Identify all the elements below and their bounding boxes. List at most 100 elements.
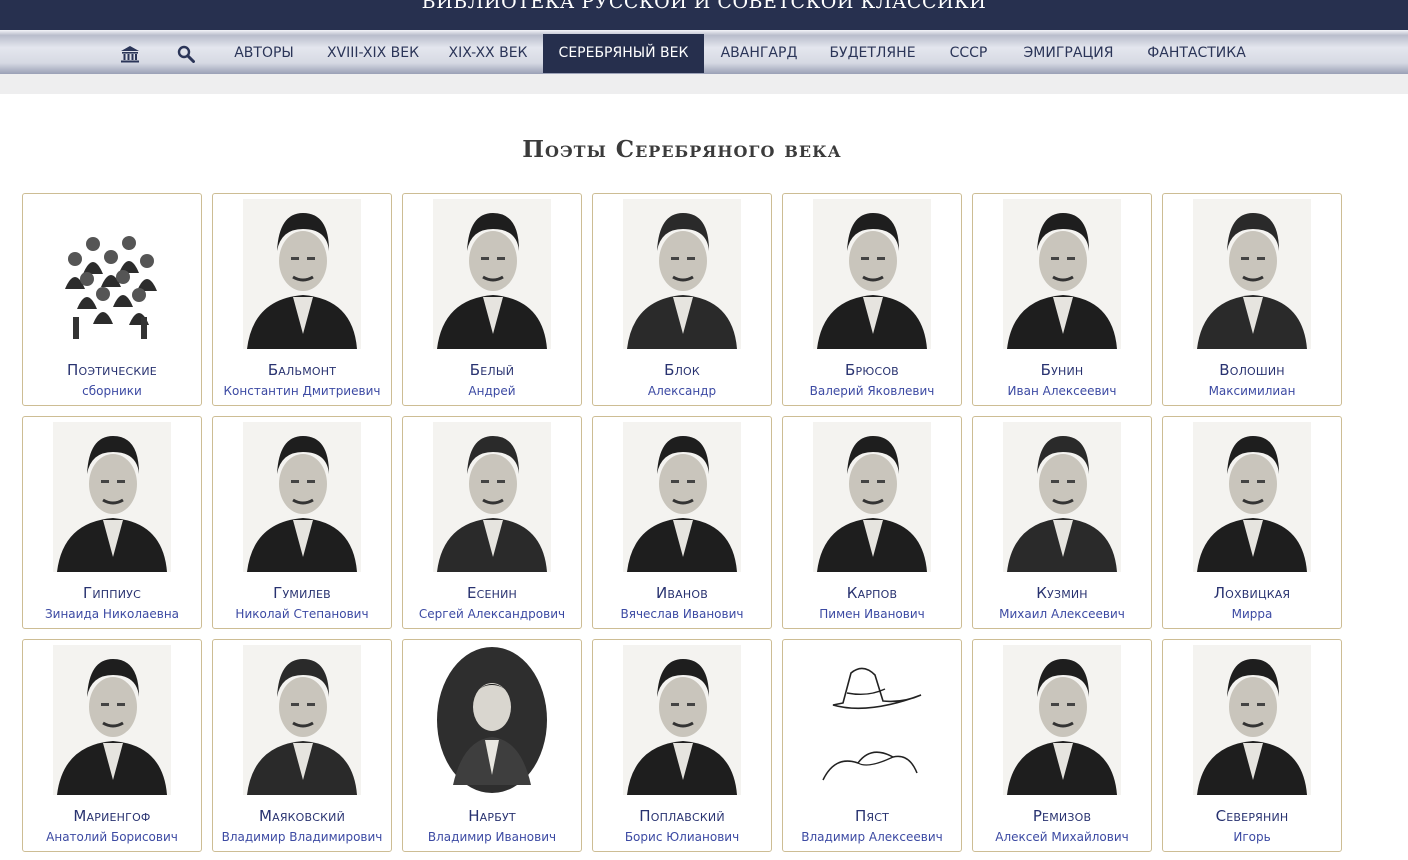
author-subname-link[interactable]: Александр — [593, 384, 771, 398]
home-icon[interactable] — [117, 34, 143, 73]
author-subname-link[interactable]: Николай Степанович — [213, 607, 391, 621]
nav-item-avant-garde[interactable]: АВАНГАРД — [708, 34, 810, 73]
portrait-icon[interactable] — [433, 199, 551, 349]
nav-item-18-19-century[interactable]: XVIII-XIX ВЕК — [314, 34, 432, 73]
author-card[interactable]: Иванов Вячеслав Иванович — [592, 416, 772, 629]
author-card[interactable]: Волошин Максимилиан — [1162, 193, 1342, 406]
author-card[interactable]: Мариенгоф Анатолий Борисович — [22, 639, 202, 852]
nav-item-ussr[interactable]: СССР — [935, 34, 1002, 73]
author-subname-link[interactable]: Мирра — [1163, 607, 1341, 621]
nav-item-emigration[interactable]: ЭМИГРАЦИЯ — [1009, 34, 1128, 73]
author-card[interactable]: Бальмонт Константин Дмитриевич — [212, 193, 392, 406]
oval-portrait-icon[interactable] — [433, 645, 551, 795]
author-subname-link[interactable]: Борис Юлианович — [593, 830, 771, 844]
author-card[interactable]: Лохвицкая Мирра — [1162, 416, 1342, 629]
portrait-icon[interactable] — [1193, 645, 1311, 795]
author-name-link[interactable]: Гумилев — [213, 584, 391, 602]
author-name-link[interactable]: Белый — [403, 361, 581, 379]
portrait-icon[interactable] — [1193, 199, 1311, 349]
hat-sketch-icon[interactable] — [813, 645, 931, 795]
author-subname-link[interactable]: Вячеслав Иванович — [593, 607, 771, 621]
author-subname-link[interactable]: Владимир Иванович — [403, 830, 581, 844]
nav-item-silver-age[interactable]: СЕРЕБРЯНЫЙ ВЕК — [543, 34, 704, 73]
author-name-link[interactable]: Маяковский — [213, 807, 391, 825]
divider-band — [0, 74, 1408, 94]
author-subname-link[interactable]: Зинаида Николаевна — [23, 607, 201, 621]
author-subname-link[interactable]: Алексей Михайлович — [973, 830, 1151, 844]
portrait-icon[interactable] — [243, 199, 361, 349]
portrait-icon[interactable] — [53, 422, 171, 572]
author-card[interactable]: Поэтические сборники — [22, 193, 202, 406]
author-name-link[interactable]: Карпов — [783, 584, 961, 602]
author-subname-link[interactable]: Пимен Иванович — [783, 607, 961, 621]
author-name-link[interactable]: Волошин — [1163, 361, 1341, 379]
author-name-link[interactable]: Пяст — [783, 807, 961, 825]
author-name-link[interactable]: Поплавский — [593, 807, 771, 825]
nav-item-fantasy[interactable]: ФАНТАСТИКА — [1135, 34, 1258, 73]
nav-item-19-20-century[interactable]: XIX-XX ВЕК — [437, 34, 539, 73]
portrait-icon[interactable] — [813, 199, 931, 349]
author-card[interactable]: Белый Андрей — [402, 193, 582, 406]
portrait-icon[interactable] — [243, 645, 361, 795]
portrait-icon[interactable] — [1003, 422, 1121, 572]
portrait-icon[interactable] — [623, 422, 741, 572]
author-subname-link[interactable]: Игорь — [1163, 830, 1341, 844]
portrait-icon[interactable] — [623, 645, 741, 795]
main-navigation: АВТОРЫ XVIII-XIX ВЕК XIX-XX ВЕК СЕРЕБРЯН… — [0, 30, 1408, 74]
author-name-link[interactable]: Брюсов — [783, 361, 961, 379]
portrait-icon[interactable] — [53, 645, 171, 795]
portrait-icon[interactable] — [243, 422, 361, 572]
author-name-link[interactable]: Нарбут — [403, 807, 581, 825]
author-card[interactable]: Брюсов Валерий Яковлевич — [782, 193, 962, 406]
author-name-link[interactable]: Есенин — [403, 584, 581, 602]
author-card[interactable]: Пяст Владимир Алексеевич — [782, 639, 962, 852]
author-card[interactable]: Ремизов Алексей Михайлович — [972, 639, 1152, 852]
author-card[interactable]: Маяковский Владимир Владимирович — [212, 639, 392, 852]
portrait-icon[interactable] — [433, 422, 551, 572]
author-name-link[interactable]: Северянин — [1163, 807, 1341, 825]
author-card[interactable]: Блок Александр — [592, 193, 772, 406]
author-subname-link[interactable]: сборники — [23, 384, 201, 398]
author-subname-link[interactable]: Владимир Алексеевич — [783, 830, 961, 844]
author-name-link[interactable]: Бальмонт — [213, 361, 391, 379]
author-card[interactable]: Гиппиус Зинаида Николаевна — [22, 416, 202, 629]
author-name-link[interactable]: Кузмин — [973, 584, 1151, 602]
author-subname-link[interactable]: Сергей Александрович — [403, 607, 581, 621]
author-card[interactable]: Нарбут Владимир Иванович — [402, 639, 582, 852]
author-card[interactable]: Есенин Сергей Александрович — [402, 416, 582, 629]
author-card[interactable]: Бунин Иван Алексеевич — [972, 193, 1152, 406]
author-name-link[interactable]: Поэтические — [23, 361, 201, 379]
author-subname-link[interactable]: Валерий Яковлевич — [783, 384, 961, 398]
top-banner: БИБЛИОТЕКА РУССКОЙ И СОВЕТСКОЙ КЛАССИКИ — [0, 0, 1408, 30]
portrait-icon[interactable] — [1003, 645, 1121, 795]
author-name-link[interactable]: Лохвицкая — [1163, 584, 1341, 602]
portrait-icon[interactable] — [1003, 199, 1121, 349]
author-name-link[interactable]: Ремизов — [973, 807, 1151, 825]
author-card[interactable]: Гумилев Николай Степанович — [212, 416, 392, 629]
author-grid: Поэтические сборники Бальмонт Константин Дм… — [22, 193, 1352, 860]
author-subname-link[interactable]: Иван Алексеевич — [973, 384, 1151, 398]
author-subname-link[interactable]: Максимилиан — [1163, 384, 1341, 398]
author-card[interactable]: Кузмин Михаил Алексеевич — [972, 416, 1152, 629]
author-subname-link[interactable]: Константин Дмитриевич — [213, 384, 391, 398]
author-card[interactable]: Поплавский Борис Юлианович — [592, 639, 772, 852]
author-subname-link[interactable]: Владимир Владимирович — [213, 830, 391, 844]
author-subname-link[interactable]: Михаил Алексеевич — [973, 607, 1151, 621]
group-photo-icon[interactable] — [53, 199, 171, 349]
author-name-link[interactable]: Мариенгоф — [23, 807, 201, 825]
author-name-link[interactable]: Иванов — [593, 584, 771, 602]
nav-item-authors[interactable]: АВТОРЫ — [219, 34, 309, 73]
author-subname-link[interactable]: Андрей — [403, 384, 581, 398]
author-name-link[interactable]: Бунин — [973, 361, 1151, 379]
portrait-icon[interactable] — [1193, 422, 1311, 572]
portrait-icon[interactable] — [623, 199, 741, 349]
author-card[interactable]: Северянин Игорь — [1162, 639, 1342, 852]
author-name-link[interactable]: Гиппиус — [23, 584, 201, 602]
author-subname-link[interactable]: Анатолий Борисович — [23, 830, 201, 844]
author-name-link[interactable]: Блок — [593, 361, 771, 379]
nav-item-budetlyane[interactable]: БУДЕТЛЯНЕ — [817, 34, 928, 73]
page-title: Поэты Серебряного века — [522, 136, 842, 163]
portrait-icon[interactable] — [813, 422, 931, 572]
author-card[interactable]: Карпов Пимен Иванович — [782, 416, 962, 629]
search-icon[interactable] — [173, 34, 199, 73]
